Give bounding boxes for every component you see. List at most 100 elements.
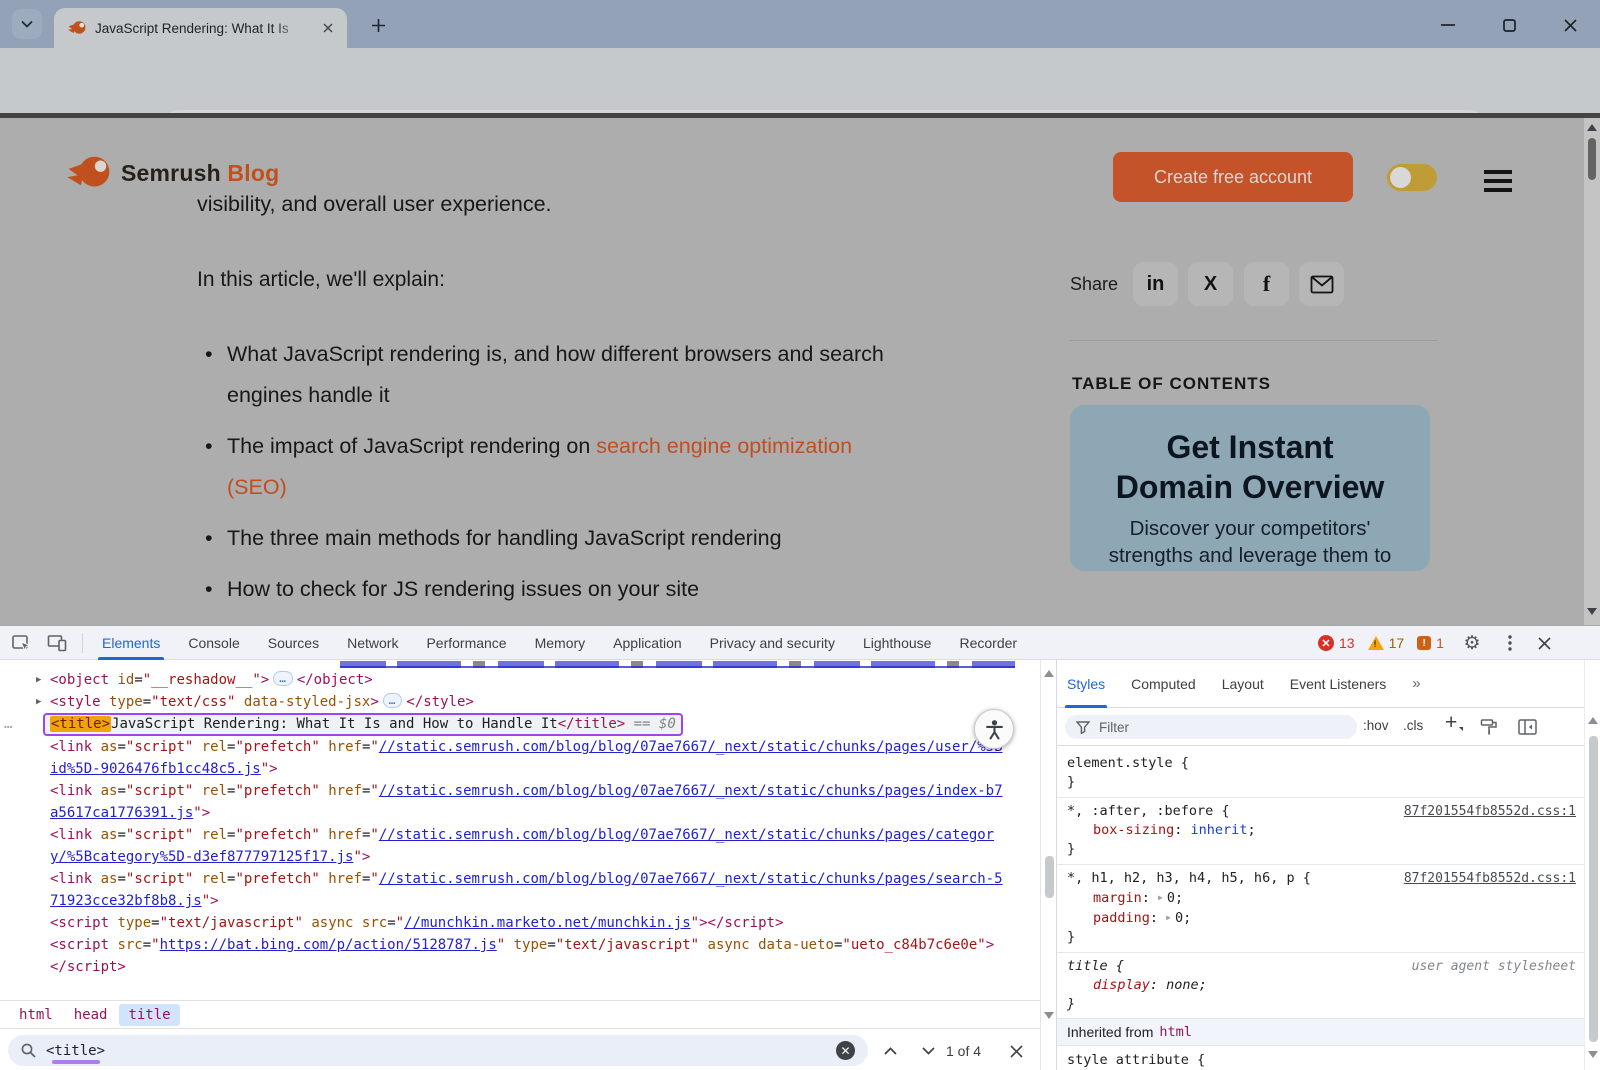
code-token: <title> — [50, 716, 111, 732]
toggle-hover-state[interactable]: :hov — [1363, 718, 1389, 733]
code-token[interactable]: … — [383, 693, 403, 708]
devtools-tab[interactable]: Performance — [412, 626, 520, 660]
devtools-tab[interactable]: Lighthouse — [849, 626, 946, 660]
create-account-button[interactable]: Create free account — [1113, 152, 1353, 202]
styles-scrollbar[interactable] — [1584, 660, 1600, 1070]
scroll-down-arrow[interactable] — [1044, 1012, 1054, 1019]
console-badges[interactable]: ✕ 13 ! 17 ! 1 — [1318, 626, 1452, 660]
styles-tab[interactable]: Styles — [1067, 660, 1105, 708]
search-next-button[interactable] — [916, 1039, 940, 1063]
dom-node[interactable]: ▶<object id="__reshadow__">…</object> — [50, 669, 1003, 691]
devtools-tab[interactable]: Console — [174, 626, 253, 660]
styles-tab[interactable]: Event Listeners — [1290, 660, 1387, 708]
scroll-up-arrow[interactable] — [1044, 670, 1054, 677]
share-email-button[interactable] — [1299, 262, 1344, 306]
scroll-thumb[interactable] — [1588, 138, 1596, 180]
window-close-button[interactable] — [1556, 12, 1584, 38]
devtools-close-icon[interactable] — [1534, 633, 1554, 653]
paint-roller-icon[interactable] — [1479, 717, 1499, 737]
devtools-tab[interactable]: Network — [333, 626, 412, 660]
window-maximize-button[interactable] — [1495, 12, 1523, 38]
dom-node[interactable]: </script> — [50, 956, 1003, 978]
css-rule[interactable]: title {user agent stylesheetdisplay: non… — [1057, 953, 1584, 1020]
code-token: "text/javascript" — [160, 915, 303, 931]
device-toolbar-icon[interactable] — [47, 633, 67, 653]
accessibility-widget-button[interactable] — [974, 709, 1014, 749]
dom-node[interactable]: <link as="script" rel="prefetch" href="/… — [50, 780, 1003, 824]
devtools-tab[interactable]: Elements — [88, 626, 174, 660]
card-body: Discover your competitors'strengths and … — [1070, 515, 1430, 569]
semrush-blog-logo[interactable]: Semrush Blog — [66, 154, 279, 192]
tab-search-button[interactable] — [12, 9, 42, 39]
search-close-button[interactable] — [1004, 1039, 1028, 1063]
code-token: <link — [50, 739, 92, 755]
css-rule[interactable]: *, :after, :before { 87f201554fb8552d.css… — [1057, 798, 1584, 865]
css-rule[interactable]: element.style {} — [1057, 750, 1584, 798]
css-declaration[interactable]: margin: ▶0; — [1067, 888, 1574, 908]
devtools-tab[interactable]: Sources — [254, 626, 333, 660]
share-facebook-button[interactable]: f — [1244, 262, 1289, 306]
resource-link[interactable]: //munchkin.marketo.net/munchkin.js — [404, 915, 691, 931]
code-token[interactable]: … — [273, 671, 293, 686]
dom-node[interactable]: <link as="script" rel="prefetch" href="/… — [50, 824, 1003, 868]
breadcrumb-item[interactable]: head — [65, 1004, 117, 1026]
more-tabs-button[interactable]: » — [1412, 660, 1418, 708]
search-input[interactable] — [46, 1043, 746, 1059]
search-clear-button[interactable]: ✕ — [836, 1041, 855, 1060]
page-scrollbar[interactable] — [1584, 118, 1600, 625]
rule-selector: *, :after, :before { — [1067, 803, 1230, 819]
issue-icon: ! — [1417, 636, 1431, 650]
css-declaration[interactable]: box-sizing: inherit; — [1067, 821, 1574, 840]
stylesheet-source-link[interactable]: 87f201554fb8552d.css:1 — [1404, 802, 1576, 821]
window-minimize-button[interactable] — [1434, 12, 1462, 38]
devtools-tab[interactable]: Recorder — [945, 626, 1031, 660]
dom-node[interactable]: …<title>JavaScript Rendering: What It Is… — [50, 713, 1003, 736]
browser-tab[interactable]: JavaScript Rendering: What It Is — [54, 8, 347, 48]
theme-toggle[interactable] — [1387, 164, 1437, 191]
scroll-down-arrow[interactable] — [1587, 608, 1597, 615]
scroll-thumb[interactable] — [1589, 736, 1598, 1042]
expand-arrow-icon[interactable]: ▶ — [36, 691, 41, 713]
dock-sidebar-icon[interactable] — [1517, 717, 1537, 737]
hamburger-menu-icon[interactable] — [1484, 170, 1512, 197]
elements-scrollbar[interactable] — [1040, 660, 1057, 1070]
breadcrumb-item[interactable]: title — [119, 1004, 179, 1026]
inspect-element-icon[interactable] — [11, 633, 31, 653]
domain-overview-card[interactable]: Get InstantDomain Overview Discover your… — [1070, 405, 1430, 571]
resource-link[interactable]: https://bat.bing.com/p/action/5128787.js — [160, 937, 497, 953]
styles-tab[interactable]: Computed — [1131, 660, 1196, 708]
dom-node[interactable]: <script src="https://bat.bing.com/p/acti… — [50, 934, 1003, 956]
tab-close-icon[interactable] — [320, 20, 336, 36]
inherited-html-link[interactable]: html — [1159, 1024, 1192, 1040]
dom-node[interactable]: <link as="script" rel="prefetch" href="/… — [50, 868, 1003, 912]
scroll-down-arrow[interactable] — [1588, 1051, 1598, 1058]
scroll-up-arrow[interactable] — [1588, 717, 1598, 724]
css-declaration[interactable]: display: none; — [1067, 976, 1574, 995]
devtools-settings-gear-icon[interactable]: ⚙ — [1462, 633, 1482, 653]
scroll-up-arrow[interactable] — [1587, 124, 1597, 131]
css-rule[interactable]: *, h1, h2, h3, h4, h5, h6, p {87f201554f… — [1057, 865, 1584, 953]
dom-node[interactable]: <link as="script" rel="prefetch" href="/… — [50, 736, 1003, 780]
search-previous-button[interactable] — [878, 1039, 902, 1063]
stylesheet-source-link[interactable]: 87f201554fb8552d.css:1 — [1404, 869, 1576, 888]
styles-filter-field[interactable]: Filter — [1065, 715, 1357, 739]
share-x-button[interactable]: X — [1188, 262, 1233, 306]
share-linkedin-button[interactable]: in — [1133, 262, 1178, 306]
devtools-tab[interactable]: Privacy and security — [696, 626, 849, 660]
devtools-tab[interactable]: Memory — [521, 626, 600, 660]
styles-tab[interactable]: Layout — [1222, 660, 1264, 708]
expand-arrow-icon[interactable]: ▶ — [36, 669, 41, 691]
new-tab-button[interactable] — [366, 13, 390, 37]
toggle-class-editor[interactable]: .cls — [1403, 718, 1423, 733]
devtools-menu-icon[interactable] — [1500, 633, 1520, 653]
css-declaration[interactable]: padding: ▶0; — [1067, 908, 1574, 928]
new-style-rule-button[interactable]: + — [1445, 711, 1457, 735]
code-token: > — [986, 937, 994, 953]
code-token: </title> — [558, 716, 625, 732]
dom-node[interactable]: <script type="text/javascript" async src… — [50, 912, 1003, 934]
devtools-tab[interactable]: Application — [599, 626, 696, 660]
breadcrumb-item[interactable]: html — [10, 1004, 62, 1026]
dom-node[interactable]: ▶<style type="text/css" data-styled-jsx>… — [50, 691, 1003, 713]
scroll-thumb[interactable] — [1045, 856, 1054, 898]
search-field[interactable]: ✕ — [8, 1035, 868, 1066]
